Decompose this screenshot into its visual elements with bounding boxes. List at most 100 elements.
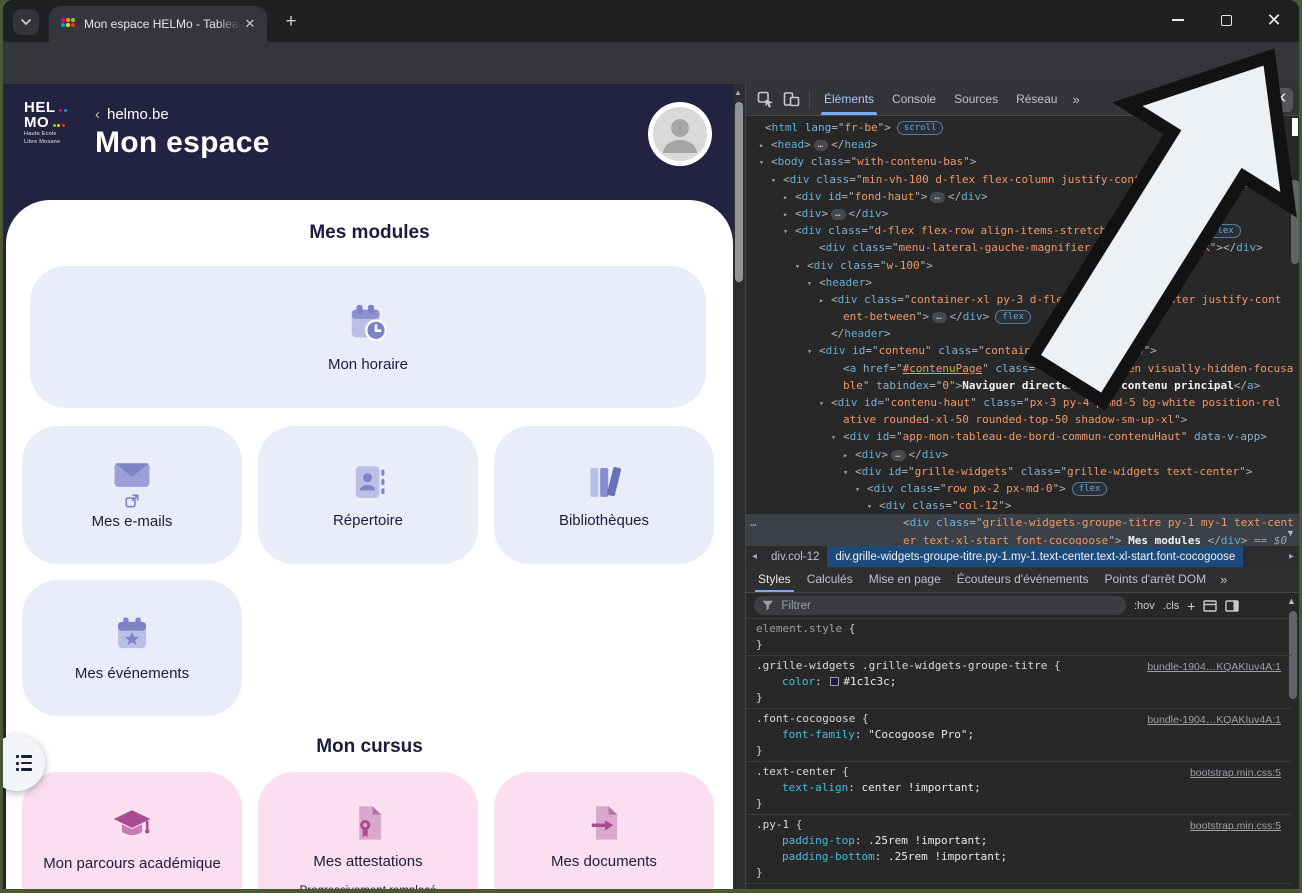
breadcrumb-right-arrow[interactable]: ▸ [1283,551,1299,562]
css-rule[interactable]: element.style {} [746,619,1291,656]
dom-tree-line[interactable]: ▸<div id="fond-haut">…</div> [746,188,1299,205]
collapsed-children-ellipsis[interactable]: … [891,450,905,461]
minimize-button[interactable] [1161,6,1195,34]
toggle-element-classes-button[interactable]: .cls [1163,600,1180,612]
css-rule[interactable]: .text-center {text-align: center !import… [746,762,1291,815]
collapse-arrow-icon[interactable]: ▾ [795,259,807,274]
tab-styles[interactable]: Styles [750,567,799,592]
tab-console[interactable]: Console [883,84,945,115]
stylesheet-source-link[interactable]: bundle-1904…KQAKIuv4A:1 [1147,659,1281,675]
expand-arrow-icon[interactable]: ▸ [783,190,795,205]
css-rule[interactable]: .py-1 {padding-top: .25rem !important;pa… [746,815,1291,884]
css-property[interactable]: color: #1c1c3c; [756,674,1281,690]
inspect-element-button[interactable] [752,88,778,112]
dom-tree-line[interactable]: ative rounded-xl-50 rounded-top-50 shado… [746,411,1299,428]
tile-mes-documents[interactable]: Mes documents [494,772,714,889]
dom-tree-line-selected[interactable]: er text-xl-start font-cocogoose"> Mes mo… [746,532,1299,546]
collapse-arrow-icon[interactable]: ▾ [807,344,819,359]
flex-badge[interactable]: flex [1233,173,1269,187]
dom-tree-line[interactable]: ▾<header> [746,274,1299,291]
flex-badge[interactable]: flex [1205,224,1241,238]
tile-bibliotheques[interactable]: Bibliothèques [494,426,714,564]
scroll-down-arrow-icon[interactable]: ▼ [1286,528,1295,538]
dom-tree-line[interactable]: ent-between">…</div>flex [746,308,1299,325]
stylesheet-source-link[interactable]: bootstrap.min.css:5 [1190,887,1281,889]
dom-tree-line[interactable]: </header> [746,325,1299,342]
dom-tree-line[interactable]: <html lang="fr-be">scroll [746,119,1299,136]
tab-layout[interactable]: Mise en page [861,567,949,592]
dom-tree-line[interactable]: ▸<div>…</div> [746,446,1299,463]
breadcrumb-item[interactable]: div.col-12 [763,546,827,568]
color-swatch[interactable] [830,677,839,686]
property-name[interactable]: padding-top [782,834,855,847]
collapse-arrow-icon[interactable]: ▾ [855,482,867,497]
dom-tree-line[interactable]: ▾<div class="w-100"> [746,257,1299,274]
dom-tree-line[interactable]: <a href="#contenuPage" class="visually-h… [746,360,1299,377]
tab-elements[interactable]: Éléments [815,84,883,115]
property-name[interactable]: font-family [782,728,855,741]
page-scrollbar-thumb[interactable] [735,102,743,282]
user-avatar[interactable] [647,101,713,167]
dom-tree-line[interactable]: ▾<div class="row px-2 px-md-0">flex [746,480,1299,497]
property-name[interactable]: text-align [782,781,848,794]
collapse-arrow-icon[interactable]: ▾ [867,499,879,514]
dom-tree-line[interactable]: ble" tabindex="0">Naviguer directement a… [746,377,1299,394]
devtools-menu-icon[interactable]: ⋮ [1246,91,1260,108]
css-rule[interactable]: .font-cocogoose {font-family: "Cocogoose… [746,709,1291,762]
filter-input[interactable] [779,599,1118,613]
expand-arrow-icon[interactable]: ▸ [819,293,831,308]
css-property[interactable]: padding-top: .25rem !important; [756,833,1281,849]
dock-side-icon[interactable] [1225,600,1239,612]
property-value[interactable]: .25rem !important; [888,850,1007,863]
rule-selector[interactable]: .text-center [756,765,835,778]
stylesheet-source-link[interactable]: bootstrap.min.css:5 [1190,765,1281,781]
scroll-badge[interactable]: scroll [897,121,944,135]
helmo-logo[interactable]: HEL MO Haute Ecole Libre Mosane [24,100,67,145]
expand-arrow-icon[interactable]: ▸ [783,207,795,222]
collapsed-children-ellipsis[interactable]: … [814,140,828,151]
dom-tree-line[interactable]: ▾<body class="with-contenu-bas"> [746,153,1299,170]
dom-tree-line[interactable]: ▸<head>…</head> [746,136,1299,153]
toggle-pseudo-state-button[interactable]: :hov [1134,600,1155,612]
css-property[interactable]: font-family: "Cocogoose Pro"; [756,727,1281,743]
property-value[interactable]: .25rem !important; [868,834,987,847]
dom-tree-line[interactable]: ▸<div>…</div> [746,205,1299,222]
scroll-up-arrow-icon[interactable]: ▲ [1287,596,1296,606]
dom-tree-line[interactable]: ▾<div id="contenu" class="container-xl m… [746,342,1299,359]
more-panes-button[interactable]: » [1214,572,1233,587]
tile-parcours-academique[interactable]: Mon parcours académique [22,772,242,889]
stylesheet-source-link[interactable]: bootstrap.min.css:5 [1190,818,1281,834]
dom-tree-line[interactable]: ▾<div class="min-vh-100 d-flex flex-colu… [746,171,1299,188]
flex-badge[interactable]: flex [995,310,1031,324]
tab-computed[interactable]: Calculés [799,567,861,592]
property-name[interactable]: color [782,675,815,688]
tab-search-button[interactable] [13,9,39,35]
property-value[interactable]: #1c1c3c; [843,675,896,688]
devtools-close-button[interactable]: ✕ [1269,88,1293,112]
collapse-arrow-icon[interactable]: ▾ [771,173,783,188]
dom-tree-line[interactable]: ▾<div class="col-12"> [746,497,1299,514]
more-tabs-button[interactable]: » [1066,92,1085,107]
tab-close-button[interactable]: ✕ [241,15,259,33]
tile-mon-horaire[interactable]: Mon horaire [30,266,706,408]
property-name[interactable]: padding-bottom [782,850,875,863]
collapse-arrow-icon[interactable]: ▾ [831,430,843,445]
tile-mes-emails[interactable]: Mes e-mails [22,426,242,564]
property-value[interactable]: center !important; [861,781,980,794]
expand-arrow-icon[interactable]: ▸ [759,138,771,153]
tab-dom-breakpoints[interactable]: Points d'arrêt DOM [1096,567,1214,592]
dom-tree-line-selected[interactable]: …<div class="grille-widgets-groupe-titre… [746,514,1299,531]
dom-tree-line[interactable]: <div class="menu-lateral-gauche-magnifie… [746,239,1299,256]
extension-sync-icon[interactable] [1196,90,1215,109]
css-property[interactable]: padding-bottom: .25rem !important; [756,849,1281,865]
breadcrumb-left-arrow[interactable]: ◂ [746,551,763,562]
scroll-up-arrow-icon[interactable]: ▲ [734,88,742,97]
collapse-arrow-icon[interactable]: ▾ [843,465,855,480]
tile-repertoire[interactable]: Répertoire [258,426,478,564]
property-value[interactable]: "Cocogoose Pro"; [868,728,974,741]
rule-selector[interactable]: .my-1 [756,887,789,889]
expand-arrow-icon[interactable]: ▸ [843,448,855,463]
rule-selector[interactable]: .grille-widgets .grille-widgets-groupe-t… [756,659,1047,672]
error-count[interactable]: 1 [1161,94,1167,106]
device-toolbar-button[interactable] [778,88,804,112]
